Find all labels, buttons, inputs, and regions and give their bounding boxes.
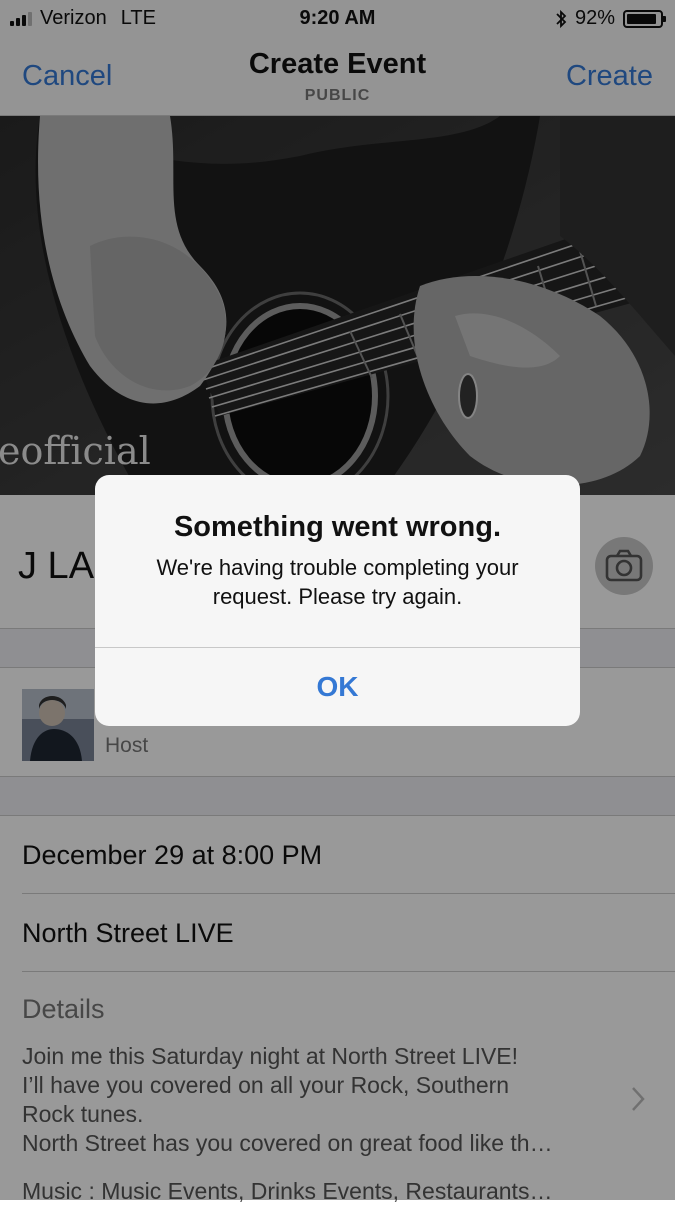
alert-message: We're having trouble completing your req… <box>156 555 519 609</box>
error-alert-dialog: Something went wrong. We're having troub… <box>95 475 580 726</box>
ok-button[interactable]: OK <box>95 648 580 726</box>
alert-title: Something went wrong. <box>173 511 502 543</box>
